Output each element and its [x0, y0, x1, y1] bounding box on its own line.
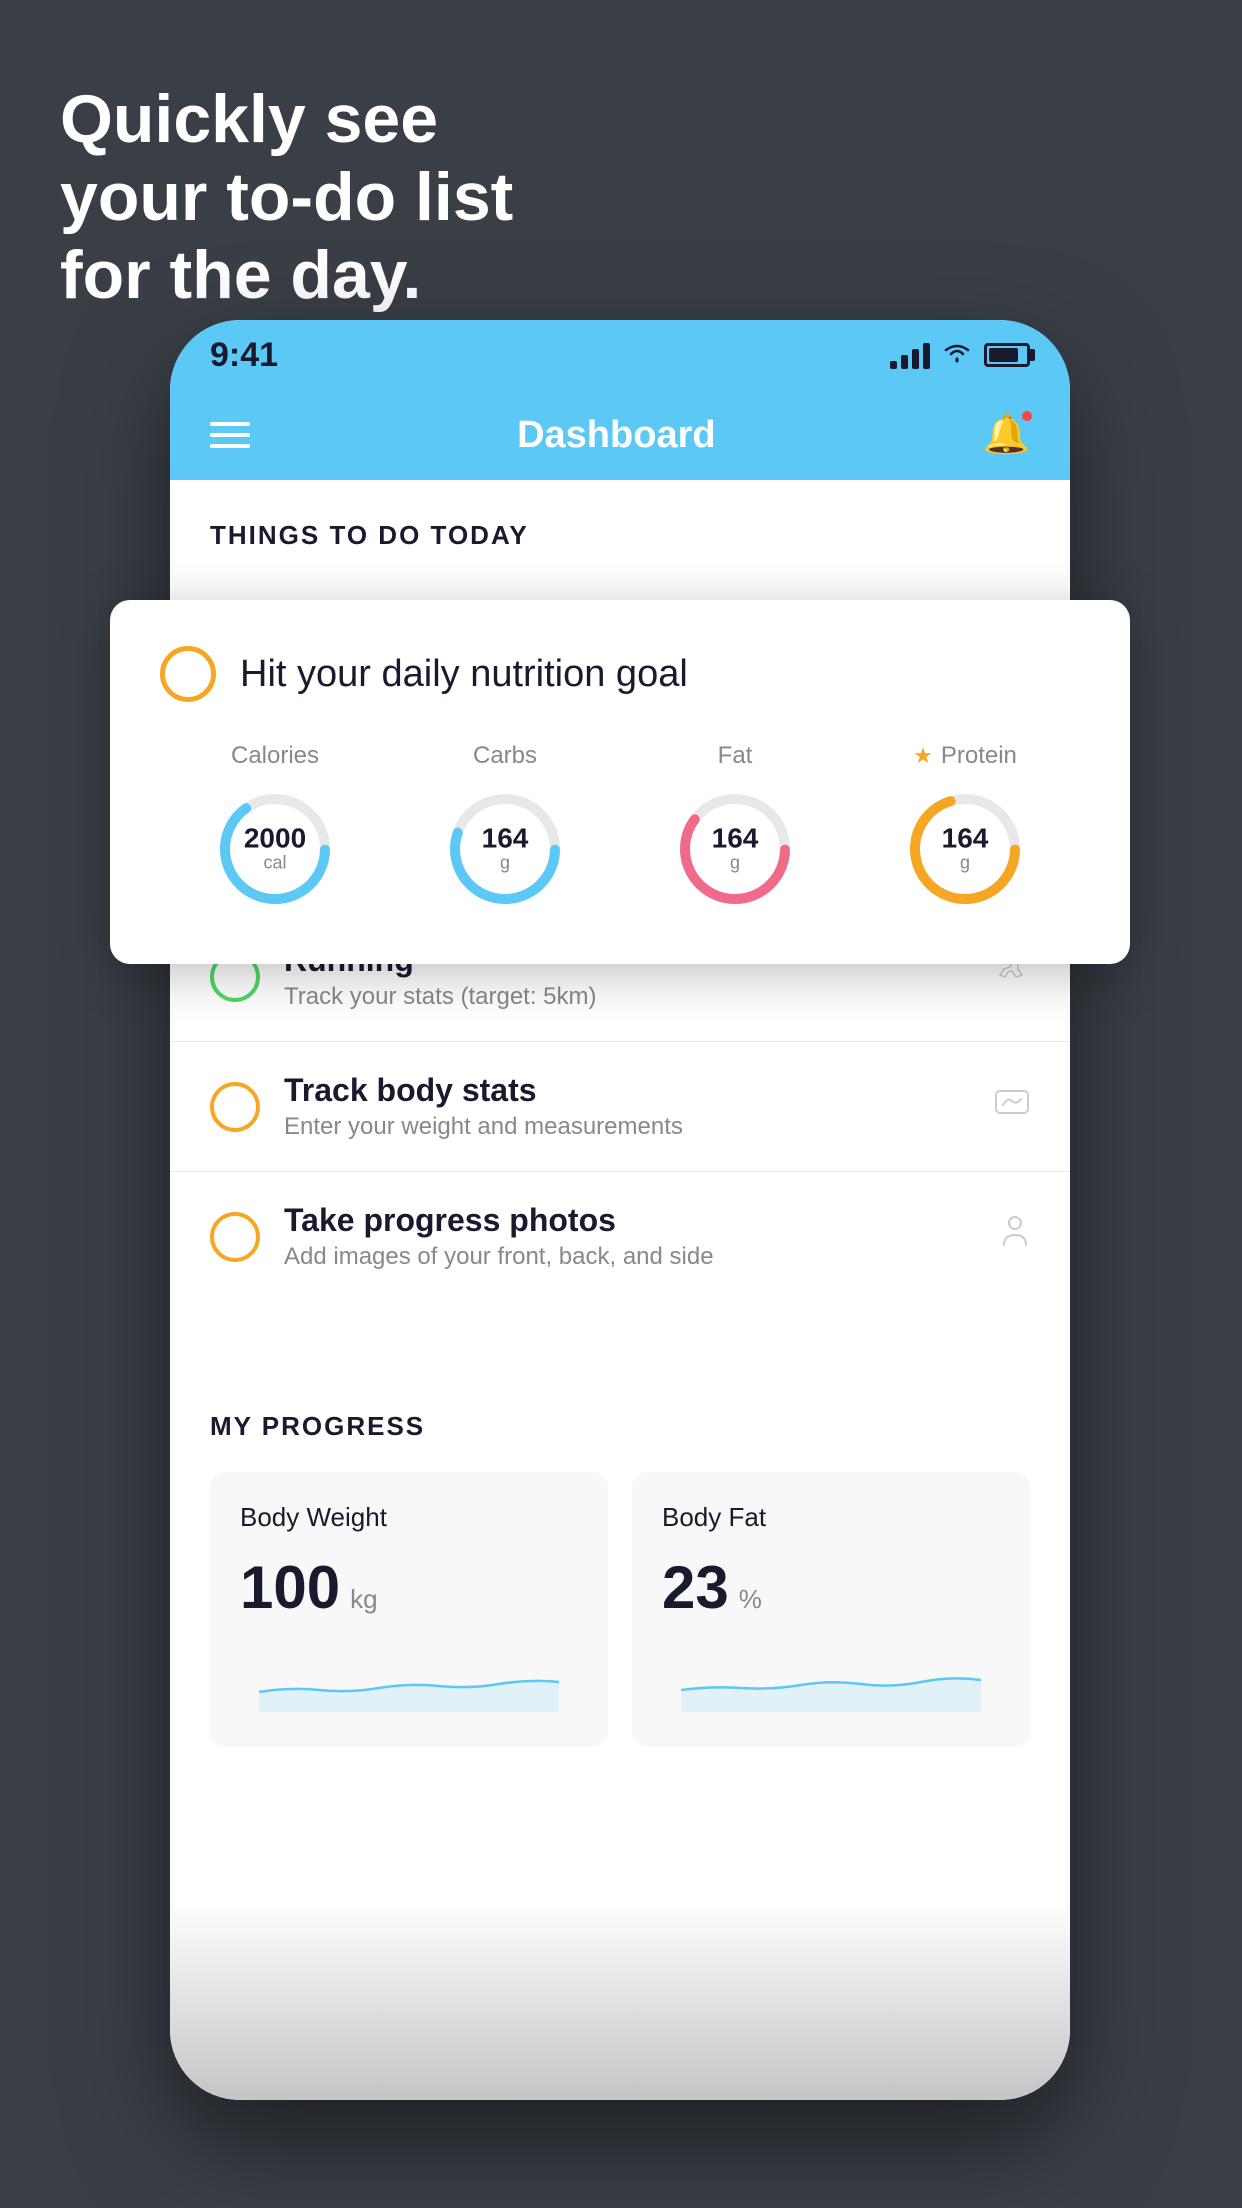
calories-value: 2000	[244, 825, 306, 853]
body-fat-chart	[662, 1652, 1000, 1712]
todo-checkbox-body-stats[interactable]	[210, 1082, 260, 1132]
fat-unit: g	[712, 853, 759, 874]
status-time: 9:41	[210, 336, 278, 375]
protein-unit: g	[942, 853, 989, 874]
progress-cards: Body Weight 100 kg Body Fat 23 %	[210, 1472, 1030, 1747]
body-fat-value: 23 %	[662, 1553, 1000, 1622]
stat-calories: Calories 2000 cal	[210, 742, 340, 914]
calories-unit: cal	[244, 853, 306, 874]
person-icon	[1000, 1215, 1030, 1258]
todo-text-photos: Take progress photos Add images of your …	[284, 1202, 976, 1271]
nav-title: Dashboard	[517, 414, 715, 457]
carbs-unit: g	[482, 853, 529, 874]
body-fat-unit: %	[739, 1584, 762, 1615]
scale-icon	[994, 1087, 1030, 1126]
star-icon: ★	[913, 743, 933, 769]
list-item[interactable]: Track body stats Enter your weight and m…	[170, 1041, 1070, 1171]
signal-icon	[890, 341, 930, 369]
progress-section-header: MY PROGRESS	[210, 1411, 1030, 1442]
notification-bell-button[interactable]: 🔔	[983, 413, 1030, 457]
stat-protein: ★ Protein 164 g	[900, 742, 1030, 914]
todo-checkbox-photos[interactable]	[210, 1212, 260, 1262]
body-weight-value: 100 kg	[240, 1553, 578, 1622]
todo-title-photos: Take progress photos	[284, 1202, 976, 1239]
nutrition-checkbox[interactable]	[160, 646, 216, 702]
todo-title-body-stats: Track body stats	[284, 1072, 970, 1109]
notification-dot	[1020, 409, 1034, 423]
carbs-donut: 164 g	[440, 784, 570, 914]
nutrition-stats: Calories 2000 cal Carbs	[160, 742, 1080, 914]
phone-frame: 9:41 Da	[170, 320, 1070, 2100]
protein-label: ★ Protein	[913, 742, 1017, 770]
calories-label: Calories	[231, 742, 319, 770]
todo-text-body-stats: Track body stats Enter your weight and m…	[284, 1072, 970, 1141]
todo-subtitle-photos: Add images of your front, back, and side	[284, 1243, 976, 1271]
todo-subtitle-body-stats: Enter your weight and measurements	[284, 1113, 970, 1141]
nutrition-card-header: Hit your daily nutrition goal	[160, 646, 1080, 702]
body-fat-number: 23	[662, 1553, 729, 1622]
stat-carbs: Carbs 164 g	[440, 742, 570, 914]
body-weight-title: Body Weight	[240, 1502, 578, 1533]
stat-fat: Fat 164 g	[670, 742, 800, 914]
body-weight-number: 100	[240, 1553, 340, 1622]
todo-section-header: THINGS TO DO TODAY	[170, 480, 1070, 571]
protein-donut: 164 g	[900, 784, 1030, 914]
body-weight-chart	[240, 1652, 578, 1712]
body-fat-title: Body Fat	[662, 1502, 1000, 1533]
nav-bar: Dashboard 🔔	[170, 390, 1070, 480]
list-item[interactable]: Take progress photos Add images of your …	[170, 1171, 1070, 1301]
menu-button[interactable]	[210, 422, 250, 448]
body-fat-card[interactable]: Body Fat 23 %	[632, 1472, 1030, 1747]
body-weight-card[interactable]: Body Weight 100 kg	[210, 1472, 608, 1747]
body-weight-unit: kg	[350, 1584, 377, 1615]
nutrition-card: Hit your daily nutrition goal Calories 2…	[110, 600, 1130, 964]
background-headline: Quickly see your to-do list for the day.	[60, 80, 513, 315]
todo-list: Running Track your stats (target: 5km) T…	[170, 911, 1070, 1301]
status-icons	[890, 341, 1030, 370]
protein-value: 164	[942, 825, 989, 853]
progress-section: MY PROGRESS Body Weight 100 kg B	[170, 1361, 1070, 1787]
fat-label: Fat	[718, 742, 753, 770]
carbs-value: 164	[482, 825, 529, 853]
status-bar: 9:41	[170, 320, 1070, 390]
battery-icon	[984, 343, 1030, 367]
carbs-label: Carbs	[473, 742, 537, 770]
fat-donut: 164 g	[670, 784, 800, 914]
wifi-icon	[942, 341, 972, 370]
fat-value: 164	[712, 825, 759, 853]
calories-donut: 2000 cal	[210, 784, 340, 914]
todo-subtitle-running: Track your stats (target: 5km)	[284, 983, 966, 1011]
nutrition-title: Hit your daily nutrition goal	[240, 653, 688, 696]
